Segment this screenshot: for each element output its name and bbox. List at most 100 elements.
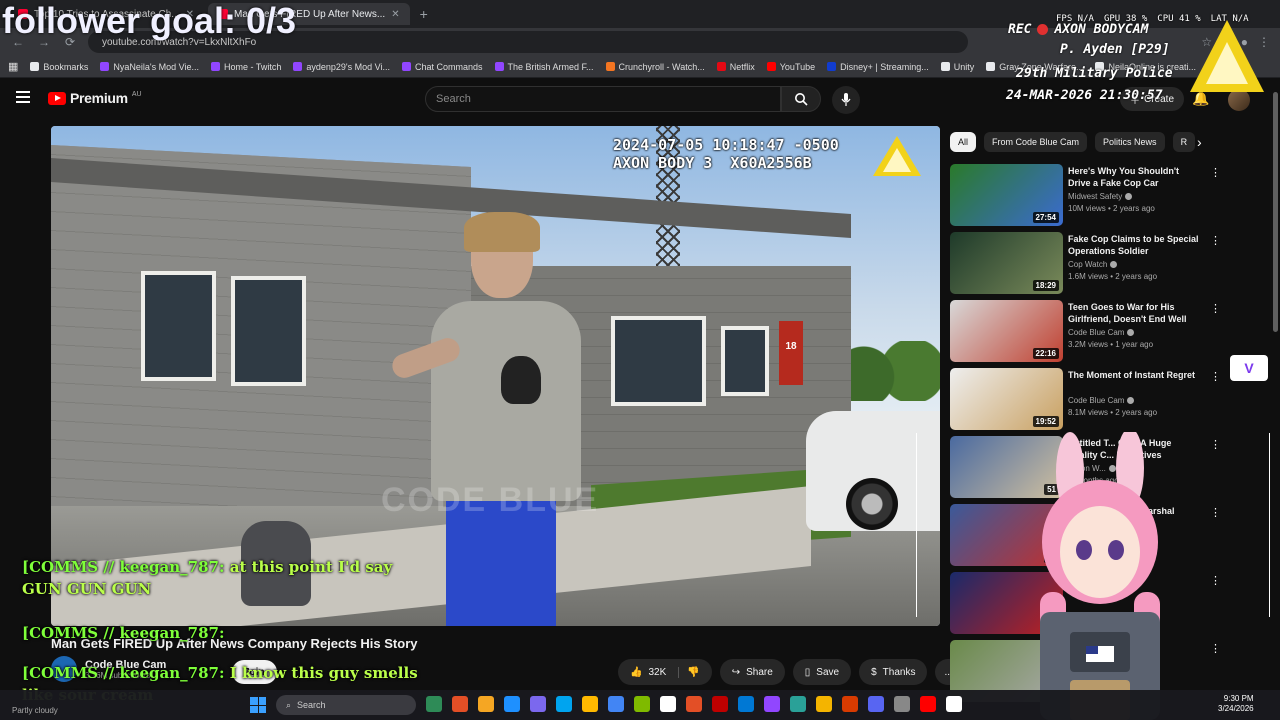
new-tab-button[interactable]: + bbox=[414, 6, 434, 22]
bookmark-favicon-icon bbox=[100, 62, 110, 71]
chip-from-channel[interactable]: From Code Blue Cam bbox=[984, 132, 1088, 152]
chat-handle: [COMMS // keegan_787: bbox=[22, 624, 225, 642]
video-thumbnail[interactable]: 22:16 bbox=[950, 300, 1063, 362]
chevron-right-icon[interactable]: › bbox=[1197, 134, 1202, 150]
bookmark-label: Bookmarks bbox=[43, 61, 89, 72]
hud-rec: REC AXON BODYCAM bbox=[1008, 22, 1148, 37]
taskbar-app-icon[interactable] bbox=[738, 696, 754, 712]
taskbar-app-icon[interactable] bbox=[790, 696, 806, 712]
taskbar-app-icon[interactable] bbox=[660, 696, 676, 712]
bookmark-item[interactable]: Chat Commands bbox=[401, 62, 483, 72]
taskbar-app-icon[interactable] bbox=[946, 696, 962, 712]
video-thumbnail[interactable]: 27:54 bbox=[950, 164, 1063, 226]
recommendation-title[interactable]: Here's Why You Shouldn't Drive a Fake Co… bbox=[1068, 165, 1200, 189]
taskbar-app-icon[interactable] bbox=[426, 696, 442, 712]
taskbar-app-icon[interactable] bbox=[608, 696, 624, 712]
recommendation-channel[interactable]: Code Blue Cam bbox=[1068, 328, 1135, 337]
video-sign: 18 bbox=[779, 321, 803, 385]
like-count: 32K bbox=[648, 666, 667, 678]
taskbar-app-icon[interactable] bbox=[920, 696, 936, 712]
taskbar-app-icon[interactable] bbox=[894, 696, 910, 712]
chip-all[interactable]: All bbox=[950, 132, 977, 152]
bookmark-item[interactable]: NyaNeila's Mod Vie... bbox=[100, 62, 199, 72]
chip-politics-news[interactable]: Politics News bbox=[1095, 132, 1165, 152]
taskbar-app-icon[interactable] bbox=[842, 696, 858, 712]
recommendation-item[interactable]: 18:29 Fake Cop Claims to be Special Opera… bbox=[950, 232, 1222, 300]
bookmark-item[interactable]: Home - Twitch bbox=[211, 62, 281, 72]
chip-related[interactable]: R bbox=[1172, 132, 1196, 152]
bookmark-item[interactable]: Crunchyroll - Watch... bbox=[605, 62, 705, 72]
thumbs-up-icon: 👍 bbox=[630, 666, 643, 678]
hud-datetime: 24-MAR-2026 21:30:57 bbox=[1006, 88, 1163, 103]
bookmark-favicon-icon bbox=[293, 62, 303, 71]
taskbar-app-icon[interactable] bbox=[556, 696, 572, 712]
voice-search-button[interactable] bbox=[832, 86, 860, 114]
recommendation-channel-name: Code Blue Cam bbox=[1068, 396, 1125, 405]
overlay-badge: V bbox=[1230, 355, 1268, 381]
bookmark-item[interactable]: The British Armed F... bbox=[494, 62, 594, 72]
apps-grid-icon[interactable]: ▦ bbox=[8, 60, 18, 73]
close-tab-icon[interactable]: ✕ bbox=[391, 9, 399, 20]
taskbar-app-icon[interactable] bbox=[582, 696, 598, 712]
bookmark-item[interactable]: YouTube bbox=[766, 62, 815, 72]
video-thumbnail[interactable]: 19:52 bbox=[950, 368, 1063, 430]
start-button[interactable] bbox=[250, 697, 266, 713]
taskbar-search[interactable]: ⌕ Search bbox=[276, 695, 416, 715]
search-button[interactable] bbox=[781, 86, 821, 112]
bookmark-item[interactable]: Netflix bbox=[716, 62, 755, 72]
weather-widget[interactable]: Partly cloudy bbox=[12, 694, 58, 715]
recommendation-channel[interactable]: Code Blue Cam bbox=[1068, 396, 1135, 405]
youtube-logo[interactable]: Premium AU bbox=[48, 90, 142, 106]
more-options-icon[interactable]: ⋮ bbox=[1210, 372, 1221, 383]
more-options-icon[interactable]: ⋮ bbox=[1210, 168, 1221, 179]
recommendation-title[interactable]: The Moment of Instant Regret bbox=[1068, 369, 1200, 381]
hud-rec-label: REC bbox=[1008, 22, 1032, 37]
search-input[interactable]: Search bbox=[425, 86, 781, 112]
taskbar-app-icon[interactable] bbox=[634, 696, 650, 712]
taskbar-app-icon[interactable] bbox=[686, 696, 702, 712]
recommendation-item[interactable]: 22:16 Teen Goes to War for His Girlfriend… bbox=[950, 300, 1222, 368]
taskbar-app-icon[interactable] bbox=[504, 696, 520, 712]
like-button[interactable]: 👍 32K 👎 bbox=[618, 659, 712, 685]
dislike-button[interactable]: 👎 bbox=[678, 666, 700, 678]
bookmark-item[interactable]: Unity bbox=[940, 62, 974, 72]
recommendation-title[interactable]: Teen Goes to War for His Girlfriend, Doe… bbox=[1068, 301, 1200, 325]
taskbar-app-icon[interactable] bbox=[816, 696, 832, 712]
menu-hamburger-icon[interactable] bbox=[16, 91, 30, 103]
taskbar-app-icon[interactable] bbox=[764, 696, 780, 712]
taskbar-app-icon[interactable] bbox=[712, 696, 728, 712]
save-button[interactable]: ▯ Save bbox=[792, 659, 852, 685]
thanks-button[interactable]: $ Thanks bbox=[859, 659, 928, 685]
bookmark-icon: ▯ bbox=[804, 666, 811, 678]
taskbar-app-icon[interactable] bbox=[478, 696, 494, 712]
axon-logo-icon bbox=[873, 136, 921, 176]
recommendation-title[interactable]: Fake Cop Claims to be Special Operations… bbox=[1068, 233, 1200, 257]
clock-date: 3/24/2026 bbox=[1218, 704, 1254, 713]
scrollbar-thumb[interactable] bbox=[1273, 92, 1278, 332]
video-window bbox=[721, 326, 769, 396]
recommendation-channel[interactable]: Midwest Safety bbox=[1068, 192, 1133, 201]
more-options-icon[interactable]: ⋮ bbox=[1210, 236, 1221, 247]
share-icon: ↪ bbox=[731, 666, 741, 678]
recommendation-item[interactable]: 27:54 Here's Why You Shouldn't Drive a Fa… bbox=[950, 164, 1222, 232]
bookmark-item[interactable]: aydenp29's Mod Vi... bbox=[293, 62, 390, 72]
taskbar-app-icon[interactable] bbox=[530, 696, 546, 712]
recommendation-item[interactable]: 19:52 The Moment of Instant Regret Code Bl… bbox=[950, 368, 1222, 436]
bookmark-item[interactable]: Bookmarks bbox=[30, 62, 88, 72]
more-options-icon[interactable]: ⋮ bbox=[1210, 304, 1221, 315]
more-options-icon[interactable]: ⋮ bbox=[1210, 644, 1221, 655]
system-clock[interactable]: 9:30 PM 3/24/2026 bbox=[1218, 694, 1254, 714]
bookmark-item[interactable]: Disney+ | Streaming... bbox=[827, 62, 929, 72]
video-thumbnail[interactable]: 18:29 bbox=[950, 232, 1063, 294]
taskbar-app-icon[interactable] bbox=[868, 696, 884, 712]
recommendation-channel[interactable]: Cop Watch bbox=[1068, 260, 1118, 269]
screen: Top 10 Tries to Assassinate Ch... ✕ Man … bbox=[0, 0, 1280, 720]
recommendation-channel-name: Code Blue Cam bbox=[1068, 328, 1125, 337]
taskbar-app-icon[interactable] bbox=[452, 696, 468, 712]
clock-time: 9:30 PM bbox=[1223, 694, 1254, 703]
video-person-hair bbox=[464, 212, 540, 252]
verified-check-icon bbox=[1110, 261, 1118, 268]
video-player[interactable]: 18 CODE BLUE 2024-07-05 10:18:47 -0500 A… bbox=[51, 126, 940, 626]
scrollbar[interactable] bbox=[1271, 82, 1279, 642]
share-button[interactable]: ↪ Share bbox=[719, 659, 785, 685]
